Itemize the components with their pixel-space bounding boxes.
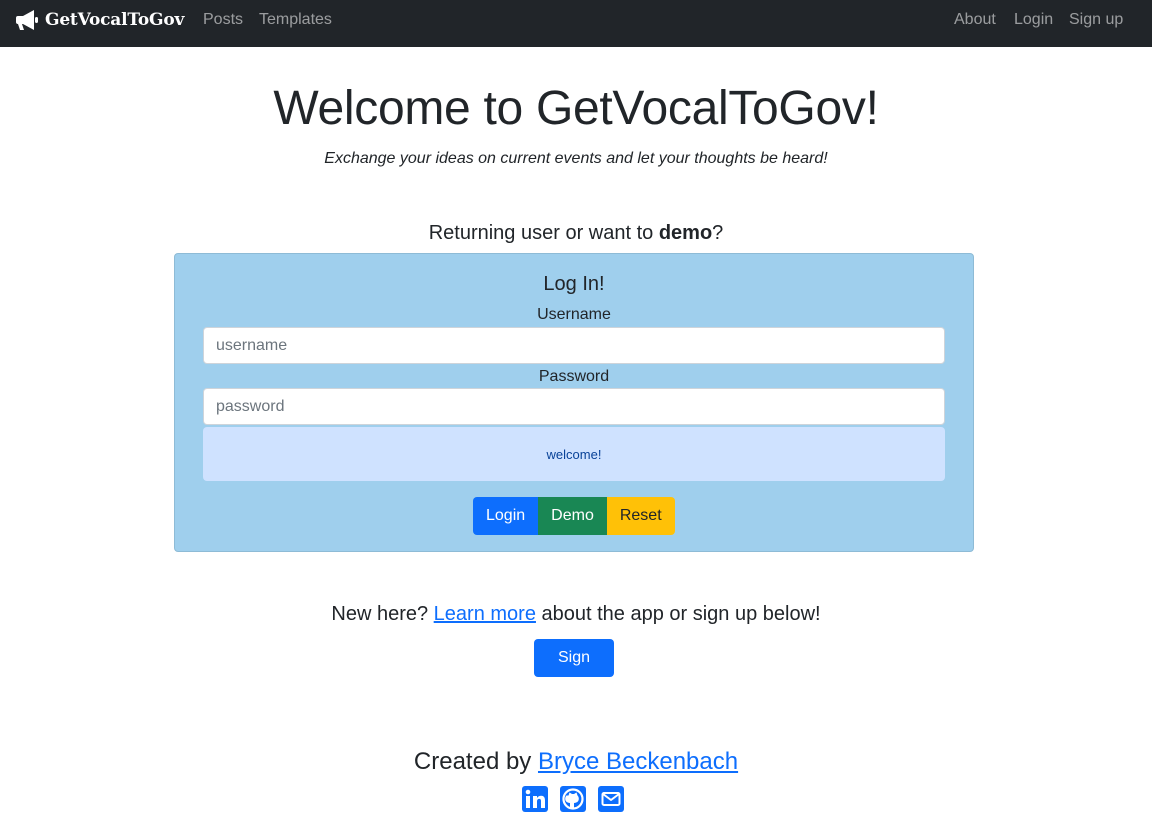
created-by-prefix: Created by bbox=[413, 748, 538, 775]
nav-about[interactable]: About bbox=[954, 10, 996, 30]
login-message: welcome! bbox=[203, 427, 945, 481]
brand-name: GetVocalToGov bbox=[45, 10, 185, 30]
login-button-group: Login Demo Reset bbox=[473, 497, 675, 535]
demo-button[interactable]: Demo bbox=[538, 497, 607, 535]
nav-templates[interactable]: Templates bbox=[259, 10, 332, 30]
github-icon[interactable] bbox=[559, 785, 587, 813]
nav-posts[interactable]: Posts bbox=[203, 10, 243, 30]
username-input[interactable] bbox=[203, 327, 945, 364]
nav-signup[interactable]: Sign up bbox=[1069, 10, 1123, 30]
brand-link[interactable]: GetVocalToGov bbox=[16, 8, 184, 32]
login-form: Log In! Username Password welcome! Login… bbox=[174, 253, 974, 552]
signup-button[interactable]: Sign up bbox=[534, 639, 614, 704]
login-prompt: Returning user or want to demo? bbox=[0, 221, 1152, 245]
login-button[interactable]: Login bbox=[473, 497, 539, 535]
reset-button[interactable]: Reset bbox=[606, 497, 675, 535]
signup-prompt: New here? Learn more about the app or si… bbox=[0, 602, 1152, 626]
page-title: Welcome to GetVocalToGov! bbox=[273, 82, 879, 135]
linkedin-icon[interactable] bbox=[521, 785, 549, 813]
page-subtitle: Exchange your ideas on current events an… bbox=[324, 150, 828, 167]
login-prompt-suffix: ? bbox=[712, 222, 724, 244]
signup-prompt-suffix: about the app or sign up below! bbox=[535, 603, 821, 625]
login-prompt-demo: demo bbox=[658, 222, 713, 244]
login-form-title: Log In! bbox=[543, 273, 605, 295]
password-input[interactable] bbox=[203, 388, 945, 425]
password-label: Password bbox=[538, 368, 610, 385]
signup-prompt-prefix: New here? bbox=[331, 603, 434, 625]
username-label: Username bbox=[537, 306, 611, 323]
megaphone-icon bbox=[16, 9, 40, 31]
nav-login[interactable]: Login bbox=[1014, 10, 1053, 30]
social-links bbox=[521, 785, 625, 813]
learn-more-link[interactable]: Learn more bbox=[434, 603, 536, 625]
author-link[interactable]: Bryce Beckenbach bbox=[538, 748, 738, 775]
top-navbar: GetVocalToGov Posts Templates About Logi… bbox=[0, 0, 1152, 47]
login-prompt-prefix: Returning user or want to bbox=[428, 222, 659, 244]
envelope-icon[interactable] bbox=[597, 785, 625, 813]
created-by: Created by Bryce Beckenbach bbox=[0, 748, 1152, 776]
